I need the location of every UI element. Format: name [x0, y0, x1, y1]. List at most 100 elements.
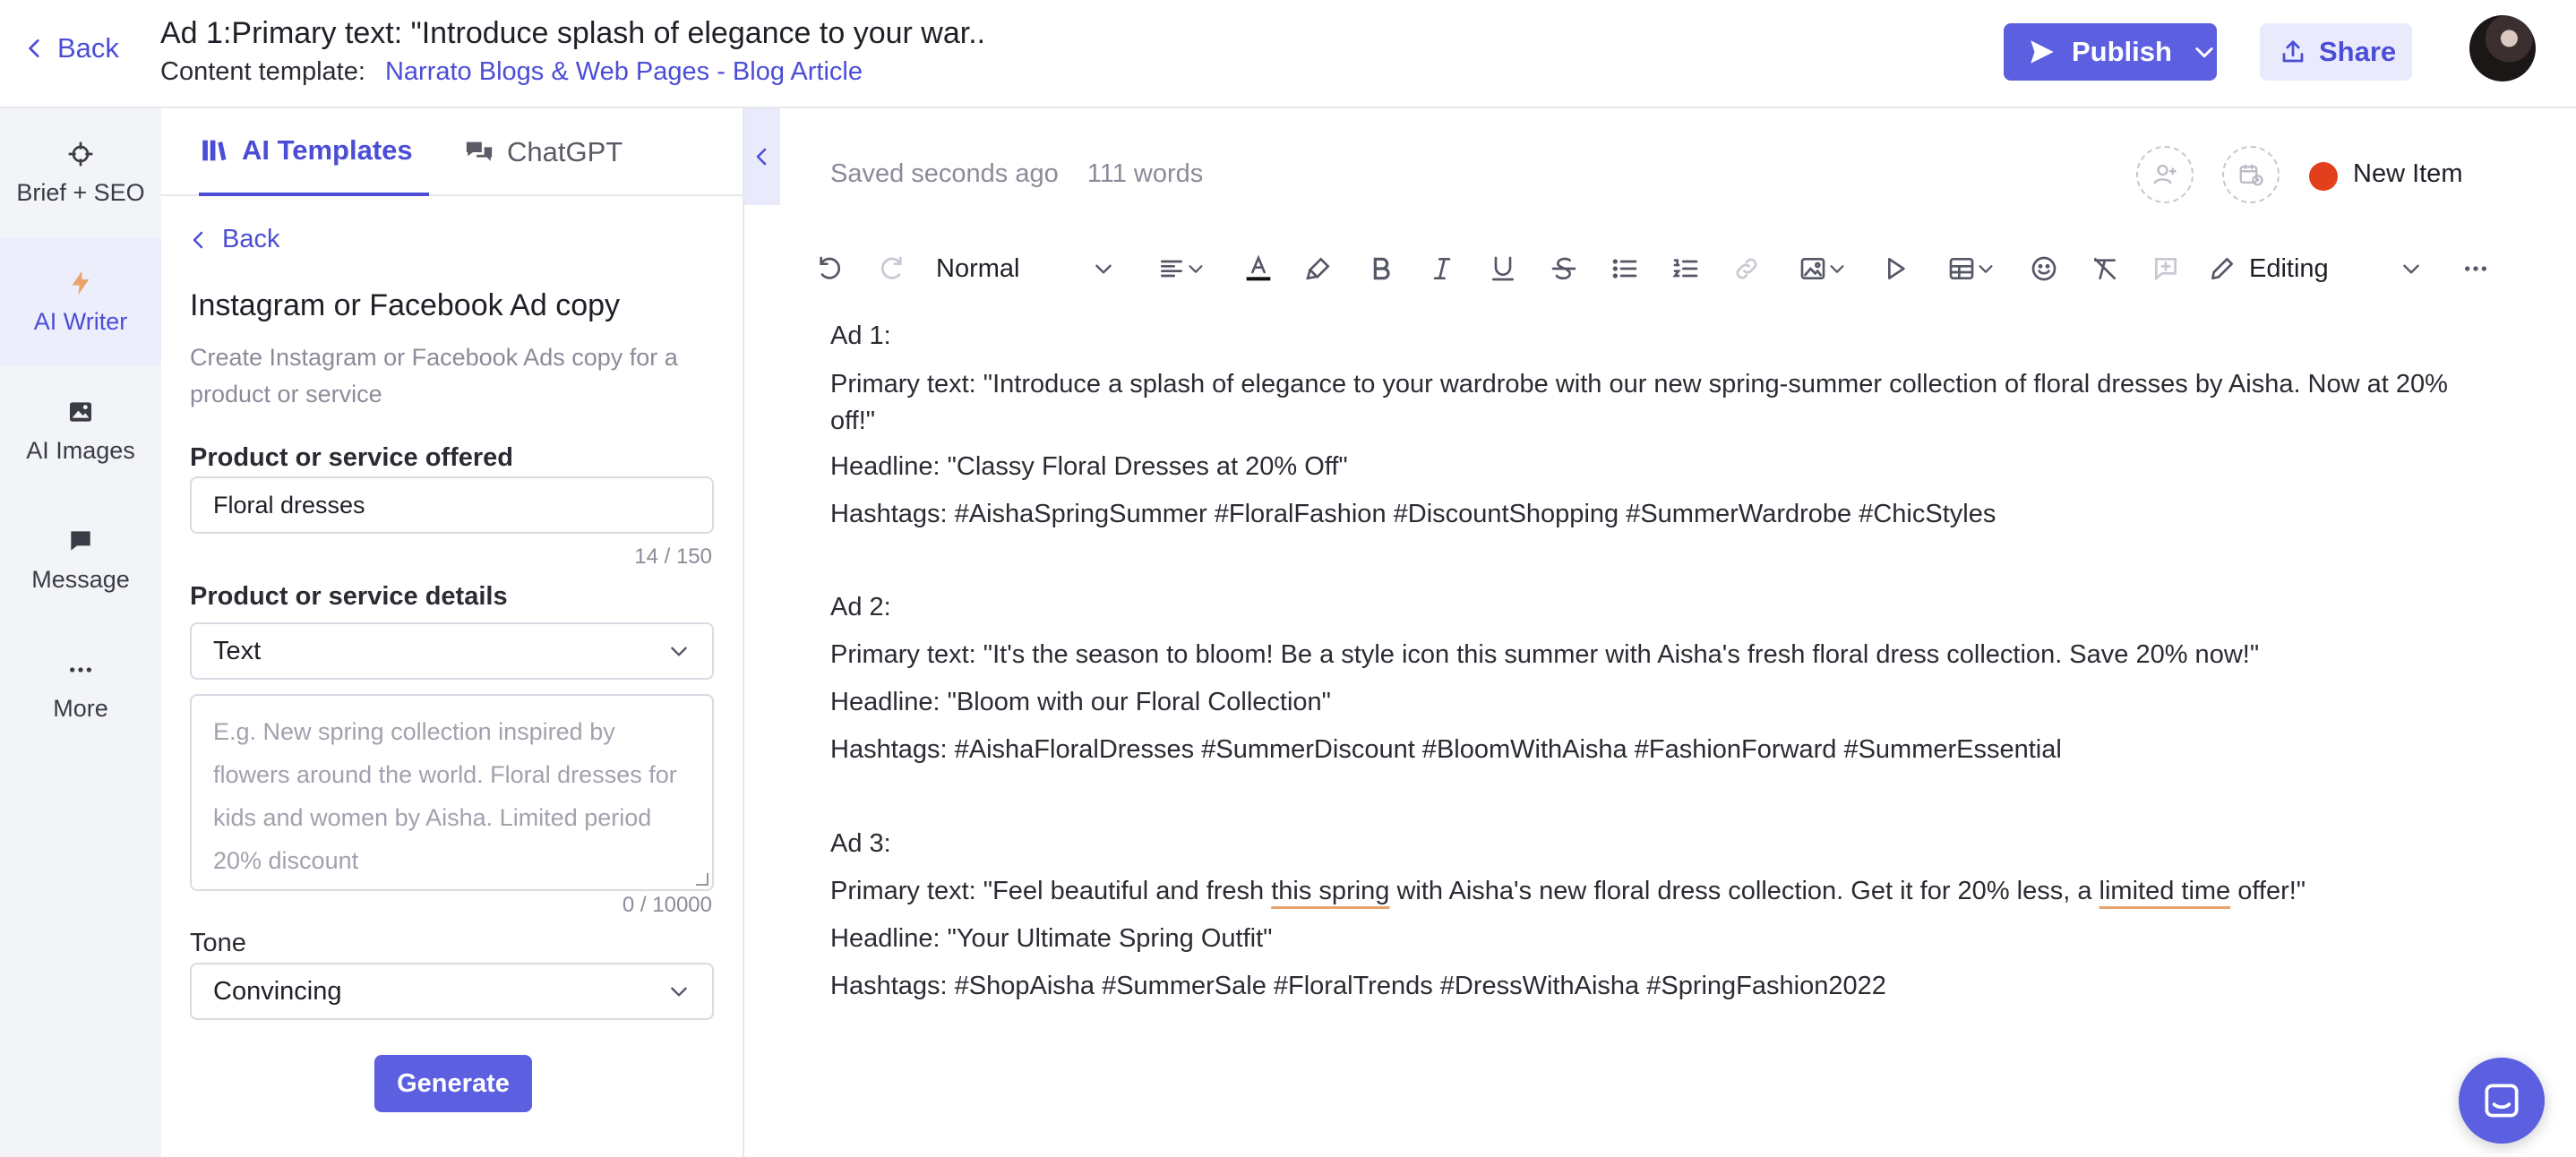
link-button[interactable]	[1728, 244, 1765, 294]
avatar[interactable]	[2469, 15, 2536, 81]
rail-item-ai-writer[interactable]: AI Writer	[0, 237, 161, 366]
bullet-list-button[interactable]	[1606, 244, 1644, 294]
ad1-hashtags: Hashtags: #AishaSpringSummer #FloralFash…	[830, 500, 1996, 528]
share-button[interactable]: Share	[2260, 23, 2412, 81]
collapse-panel-button[interactable]	[744, 108, 780, 205]
spelling-highlight[interactable]: this spring	[1271, 877, 1389, 905]
strikethrough-button[interactable]	[1545, 244, 1583, 294]
product-input[interactable]: Floral dresses	[190, 476, 714, 534]
panel-back-label: Back	[222, 225, 280, 253]
rail-item-label: More	[53, 694, 108, 722]
product-label: Product or service offered	[190, 443, 513, 472]
details-type-select[interactable]: Text	[190, 622, 714, 680]
align-select[interactable]	[1149, 244, 1214, 294]
table-insert-select[interactable]	[1937, 244, 2005, 294]
calendar-clock-icon	[2239, 164, 2263, 186]
top-header: Back Ad 1:Primary text: "Introduce splas…	[0, 0, 2576, 108]
dots-icon	[70, 666, 91, 673]
underline-button[interactable]	[1484, 244, 1522, 294]
generate-button[interactable]: Generate	[374, 1055, 532, 1112]
spelling-highlight[interactable]: limited time	[2099, 877, 2231, 905]
ad1-heading: Ad 1:	[830, 321, 891, 350]
details-label: Product or service details	[190, 582, 508, 611]
text-color-icon	[1246, 254, 1271, 281]
template-title: Instagram or Facebook Ad copy	[190, 288, 621, 322]
tab-chatgpt[interactable]: ChatGPT	[464, 108, 623, 196]
share-label: Share	[2319, 36, 2397, 67]
redo-button[interactable]	[873, 244, 911, 294]
rail-item-more[interactable]: More	[0, 624, 161, 753]
rail-item-brief-seo[interactable]: Brief + SEO	[0, 108, 161, 237]
image-insert-select[interactable]	[1789, 244, 1857, 294]
chat-support-icon	[2485, 1084, 2519, 1118]
add-user-icon	[2153, 164, 2177, 184]
bold-button[interactable]	[1362, 244, 1400, 294]
resize-handle[interactable]	[696, 873, 708, 886]
paragraph-style-select[interactable]: Normal	[936, 244, 1115, 294]
numbered-list-icon	[1672, 259, 1698, 278]
chevron-down-icon	[1979, 265, 1993, 273]
chevron-left-icon	[193, 231, 203, 248]
more-options-button[interactable]	[2457, 244, 2494, 294]
underline-icon	[1492, 256, 1514, 281]
play-icon	[1888, 258, 1905, 279]
tone-select[interactable]: Convincing	[190, 963, 714, 1020]
bullet-list-icon	[1612, 259, 1637, 279]
highlight-button[interactable]	[1300, 244, 1337, 294]
redo-icon	[880, 256, 902, 279]
add-comment-button[interactable]	[2147, 244, 2185, 294]
text-segment: with Aisha's new floral dress collection…	[1389, 877, 2099, 905]
product-counter: 14 / 150	[634, 544, 712, 569]
chevron-down-icon	[1095, 264, 1112, 274]
back-label: Back	[57, 32, 119, 64]
image-icon	[1800, 258, 1825, 279]
numbered-list-button[interactable]	[1667, 244, 1704, 294]
document-title[interactable]: Ad 1:Primary text: "Introduce splash of …	[160, 16, 985, 51]
back-button[interactable]: Back	[23, 32, 119, 64]
chevron-left-icon	[29, 39, 39, 58]
rail-item-label: Message	[31, 565, 130, 593]
dots-icon	[2465, 266, 2486, 271]
clear-format-icon	[2094, 258, 2116, 279]
clear-formatting-button[interactable]	[2086, 244, 2124, 294]
template-link[interactable]: Narrato Blogs & Web Pages - Blog Article	[385, 57, 863, 86]
send-icon	[2031, 40, 2054, 64]
rail-item-ai-images[interactable]: AI Images	[0, 366, 161, 495]
media-embed-button[interactable]	[1876, 244, 1914, 294]
schedule-button[interactable]	[2222, 146, 2280, 203]
publish-label: Publish	[2072, 36, 2172, 67]
chevron-down-icon	[671, 987, 687, 997]
tone-value: Convincing	[213, 976, 342, 1006]
chevron-down-icon	[671, 647, 687, 656]
editing-mode-select[interactable]: Editing	[2208, 244, 2423, 294]
details-textarea[interactable]: E.g. New spring collection inspired by f…	[190, 694, 714, 891]
ad2-headline: Headline: "Bloom with our Floral Collect…	[830, 688, 1331, 716]
ad1-primary-text: Primary text: "Introduce a splash of ele…	[830, 370, 2448, 435]
image-icon	[70, 401, 91, 422]
item-status[interactable]: New Item	[2353, 159, 2462, 189]
assign-user-button[interactable]	[2136, 146, 2194, 203]
chevron-left-icon	[756, 148, 767, 166]
editing-mode-value: Editing	[2249, 253, 2329, 283]
text-color-button[interactable]	[1233, 244, 1284, 294]
word-count: 111 words	[1086, 159, 1204, 188]
chevron-down-icon[interactable]	[2192, 39, 2217, 64]
italic-button[interactable]	[1423, 244, 1461, 294]
panel-tabs: AI Templates ChatGPT	[161, 108, 744, 196]
tone-label: Tone	[190, 929, 246, 957]
ad3-primary-text: Primary text: "Feel beautiful and fresh …	[830, 873, 2306, 910]
comment-plus-icon	[2155, 258, 2177, 281]
pencil-icon	[2211, 258, 2233, 279]
panel-back-button[interactable]: Back	[188, 225, 279, 254]
rail-item-message[interactable]: Message	[0, 495, 161, 624]
emoji-button[interactable]	[2025, 244, 2063, 294]
template-row: Content template: Narrato Blogs & Web Pa…	[160, 57, 863, 87]
table-icon	[1949, 258, 1974, 279]
tab-ai-templates[interactable]: AI Templates	[199, 108, 429, 196]
support-chat-button[interactable]	[2459, 1058, 2545, 1144]
publish-button[interactable]: Publish	[2004, 23, 2217, 81]
text-segment: offer!"	[2230, 877, 2306, 905]
ad2-heading: Ad 2:	[830, 593, 891, 621]
template-icon	[202, 140, 227, 161]
undo-button[interactable]	[811, 244, 848, 294]
